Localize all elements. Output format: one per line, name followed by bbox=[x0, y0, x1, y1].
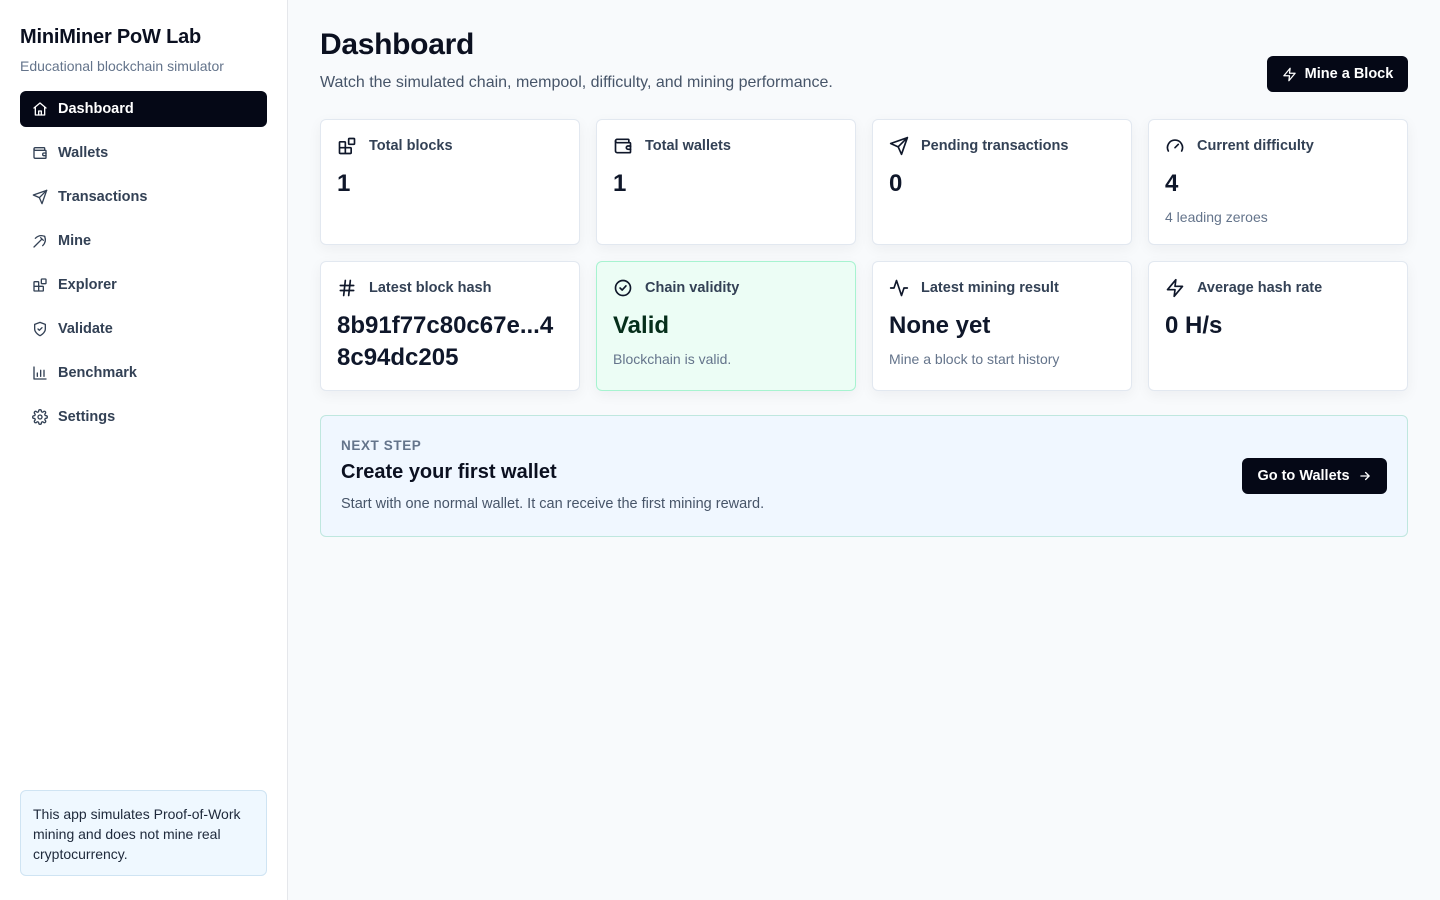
wallet-icon bbox=[33, 147, 47, 159]
stat-card-average-hash-rate: Average hash rate 0 H/s bbox=[1148, 261, 1408, 391]
bar-chart-icon bbox=[33, 366, 47, 380]
wallet-icon bbox=[614, 138, 632, 154]
mine-block-label: Mine a Block bbox=[1304, 66, 1394, 82]
send-icon bbox=[889, 136, 909, 156]
sidebar: MiniMiner PoW Lab Educational blockchain… bbox=[0, 0, 288, 900]
stat-note: Mine a block to start history bbox=[889, 351, 1060, 367]
sidebar-item-dashboard[interactable]: Dashboard bbox=[20, 91, 267, 127]
stat-note: Blockchain is valid. bbox=[613, 351, 732, 367]
stat-card-chain-validity: Chain validity Valid Blockchain is valid… bbox=[596, 261, 856, 391]
sidebar-item-label: Mine bbox=[58, 233, 92, 249]
stat-value: 8b91f77c80c67e...48c94dc205 bbox=[337, 312, 554, 371]
hash-icon bbox=[339, 279, 355, 297]
check-circle-icon bbox=[614, 279, 632, 297]
stat-label: Current difficulty bbox=[1197, 138, 1314, 154]
arrow-right-icon bbox=[1359, 471, 1370, 481]
stat-label: Pending transactions bbox=[921, 138, 1069, 154]
stat-card-latest-mining-result: Latest mining result None yet Mine a blo… bbox=[872, 261, 1132, 391]
next-step-description: Start with one normal wallet. It can rec… bbox=[341, 496, 765, 512]
stat-card-total-blocks: Total blocks 1 bbox=[320, 119, 580, 245]
stat-value: 0 H/s bbox=[1165, 312, 1223, 339]
stat-label: Chain validity bbox=[645, 280, 740, 296]
blocks-icon bbox=[338, 137, 356, 155]
sidebar-item-label: Benchmark bbox=[58, 365, 137, 381]
go-to-wallets-button[interactable]: Go to Wallets bbox=[1242, 458, 1387, 494]
zap-icon bbox=[1282, 67, 1296, 81]
blocks-icon bbox=[33, 278, 47, 292]
sidebar-item-benchmark[interactable]: Benchmark bbox=[20, 355, 267, 391]
stat-value: None yet bbox=[889, 312, 991, 339]
sidebar-nav: Dashboard Wallets Transactions Mine Expl… bbox=[20, 91, 267, 435]
stat-label: Total wallets bbox=[645, 138, 731, 154]
zap-icon bbox=[1166, 278, 1184, 298]
go-to-wallets-label: Go to Wallets bbox=[1257, 468, 1350, 484]
stat-value: 0 bbox=[889, 170, 903, 197]
stat-label: Total blocks bbox=[369, 138, 453, 154]
gauge-icon bbox=[1166, 139, 1184, 152]
next-step-title: Create your first wallet bbox=[341, 461, 557, 483]
sidebar-item-settings[interactable]: Settings bbox=[20, 399, 267, 435]
activity-icon bbox=[889, 279, 909, 297]
next-step-panel: NEXT STEP Create your first wallet Start… bbox=[320, 415, 1408, 537]
pickaxe-icon bbox=[33, 235, 46, 248]
sidebar-item-label: Settings bbox=[58, 409, 116, 425]
stat-value: 4 bbox=[1165, 170, 1179, 197]
stats-row-1: Total blocks 1 Total wallets 1 Pending t… bbox=[320, 119, 1408, 245]
sidebar-item-label: Wallets bbox=[58, 145, 109, 161]
send-icon bbox=[32, 189, 48, 205]
stat-card-latest-block-hash: Latest block hash 8b91f77c80c67e...48c94… bbox=[320, 261, 580, 391]
stat-value: Valid bbox=[613, 312, 670, 339]
sidebar-item-label: Transactions bbox=[58, 189, 148, 205]
app: MiniMiner PoW Lab Educational blockchain… bbox=[0, 0, 1440, 900]
stat-value: 1 bbox=[613, 170, 627, 197]
app-subtitle: Educational blockchain simulator bbox=[20, 58, 224, 74]
app-title: MiniMiner PoW Lab bbox=[20, 26, 202, 48]
sidebar-item-label: Explorer bbox=[58, 277, 117, 293]
page-title: Dashboard bbox=[320, 28, 474, 61]
sidebar-item-mine[interactable]: Mine bbox=[20, 223, 267, 259]
stat-label: Average hash rate bbox=[1197, 280, 1323, 296]
sidebar-item-label: Validate bbox=[58, 321, 113, 337]
shield-check-icon bbox=[34, 321, 46, 337]
sidebar-item-transactions[interactable]: Transactions bbox=[20, 179, 267, 215]
stat-note: 4 leading zeroes bbox=[1165, 209, 1268, 225]
mine-block-button[interactable]: Mine a Block bbox=[1267, 56, 1408, 92]
stat-card-pending-transactions: Pending transactions 0 bbox=[872, 119, 1132, 245]
stat-value: 1 bbox=[337, 170, 351, 197]
page-subtitle: Watch the simulated chain, mempool, diff… bbox=[320, 74, 833, 91]
home-icon bbox=[33, 102, 47, 116]
stats-row-2: Latest block hash 8b91f77c80c67e...48c94… bbox=[320, 261, 1408, 391]
simulation-notice: This app simulates Proof-of-Work mining … bbox=[20, 790, 267, 876]
sidebar-item-validate[interactable]: Validate bbox=[20, 311, 267, 347]
sidebar-item-label: Dashboard bbox=[58, 101, 134, 117]
next-step-eyebrow: NEXT STEP bbox=[341, 438, 422, 453]
stat-label: Latest block hash bbox=[369, 280, 492, 296]
stat-card-total-wallets: Total wallets 1 bbox=[596, 119, 856, 245]
stat-label: Latest mining result bbox=[921, 280, 1059, 296]
sidebar-item-explorer[interactable]: Explorer bbox=[20, 267, 267, 303]
sidebar-item-wallets[interactable]: Wallets bbox=[20, 135, 267, 171]
gear-icon bbox=[32, 409, 48, 425]
main-content: Dashboard Watch the simulated chain, mem… bbox=[288, 0, 1440, 900]
stat-card-current-difficulty: Current difficulty 4 4 leading zeroes bbox=[1148, 119, 1408, 245]
